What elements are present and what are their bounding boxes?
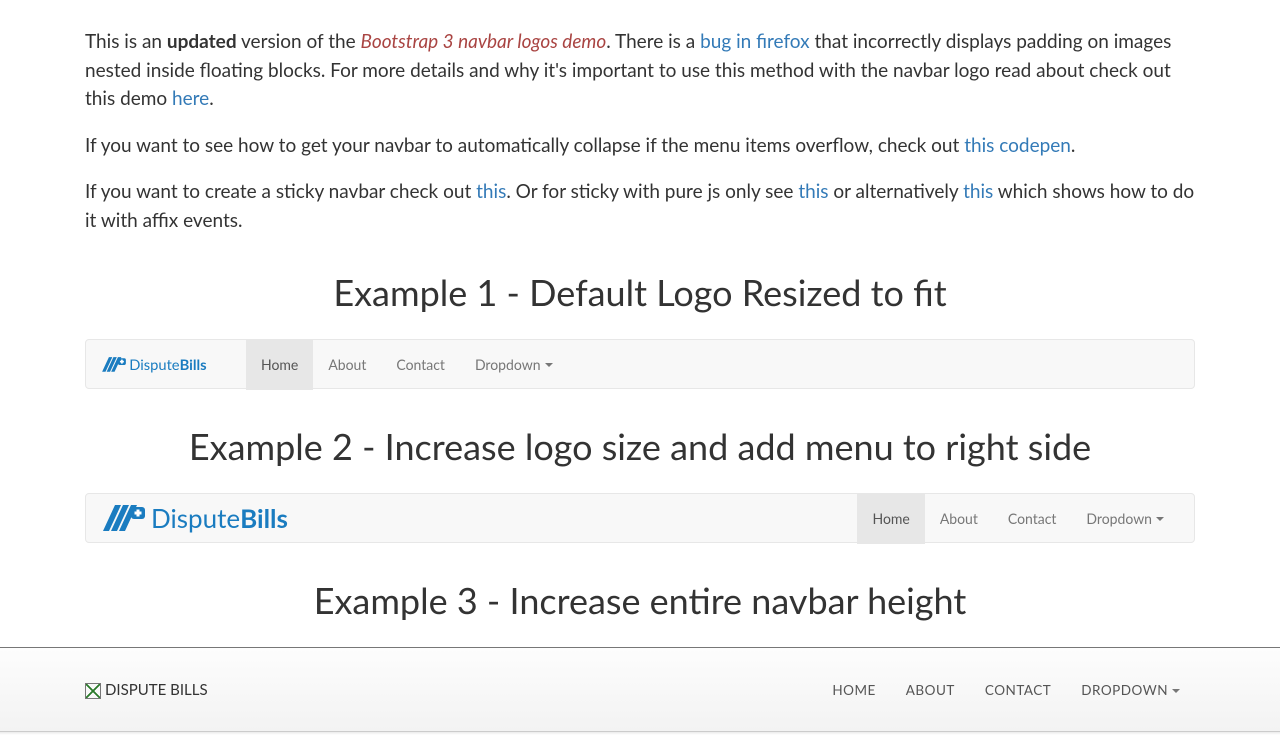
nav-about[interactable]: ABOUT [891,648,970,733]
nav-contact[interactable]: CONTACT [970,648,1066,733]
brand-logo-broken[interactable]: DISPUTE BILLS [85,648,208,733]
broken-image-icon: DISPUTE BILLS [85,679,208,702]
nav-list: Home About Contact Dropdown [246,340,568,390]
chevron-down-icon [545,363,553,367]
disputebills-logo-icon [101,354,231,376]
nav-list-right: Home About Contact Dropdown [857,494,1179,544]
link-sticky-1[interactable]: this [476,180,506,203]
link-sticky-3[interactable]: this [963,180,993,203]
demo-title-em: Bootstrap 3 navbar logos demo [361,30,607,53]
nav-contact[interactable]: Contact [381,340,460,390]
nav-dropdown[interactable]: Dropdown [460,340,568,390]
link-codepen[interactable]: this codepen [964,134,1071,157]
navbar-example-2: Home About Contact Dropdown [85,493,1195,543]
nav-dropdown[interactable]: Dropdown [1071,494,1179,544]
chevron-down-icon [1156,517,1164,521]
heading-example-1: Example 1 - Default Logo Resized to fit [85,265,1195,319]
disputebills-logo-icon [101,501,331,537]
nav-home[interactable]: HOME [817,648,890,733]
nav-home[interactable]: Home [857,494,924,544]
nav-about[interactable]: About [313,340,381,390]
nav-home[interactable]: Home [246,340,313,390]
link-bug-firefox[interactable]: bug in firefox [700,30,810,53]
intro-paragraph-3: If you want to create a sticky navbar ch… [85,178,1195,235]
nav-dropdown[interactable]: DROPDOWN [1066,648,1195,733]
nav-about[interactable]: About [925,494,993,544]
link-sticky-2[interactable]: this [798,180,828,203]
navbar-example-3: DISPUTE BILLS HOME ABOUT CONTACT DROPDOW… [0,647,1280,732]
brand-logo[interactable] [101,340,246,390]
brand-alt-text: DISPUTE BILLS [105,679,208,702]
navbar-example-1: Home About Contact Dropdown [85,339,1195,389]
heading-example-2: Example 2 - Increase logo size and add m… [85,419,1195,473]
image-placeholder-icon [85,683,101,699]
heading-example-3: Example 3 - Increase entire navbar heigh… [85,573,1195,627]
intro-paragraph-2: If you want to see how to get your navba… [85,132,1195,161]
intro-paragraph-1: This is an updated version of the Bootst… [85,28,1195,114]
nav-list-right: HOME ABOUT CONTACT DROPDOWN [817,648,1195,733]
chevron-down-icon [1172,689,1180,693]
brand-logo[interactable] [101,494,346,544]
nav-contact[interactable]: Contact [993,494,1072,544]
link-here[interactable]: here [172,87,209,110]
